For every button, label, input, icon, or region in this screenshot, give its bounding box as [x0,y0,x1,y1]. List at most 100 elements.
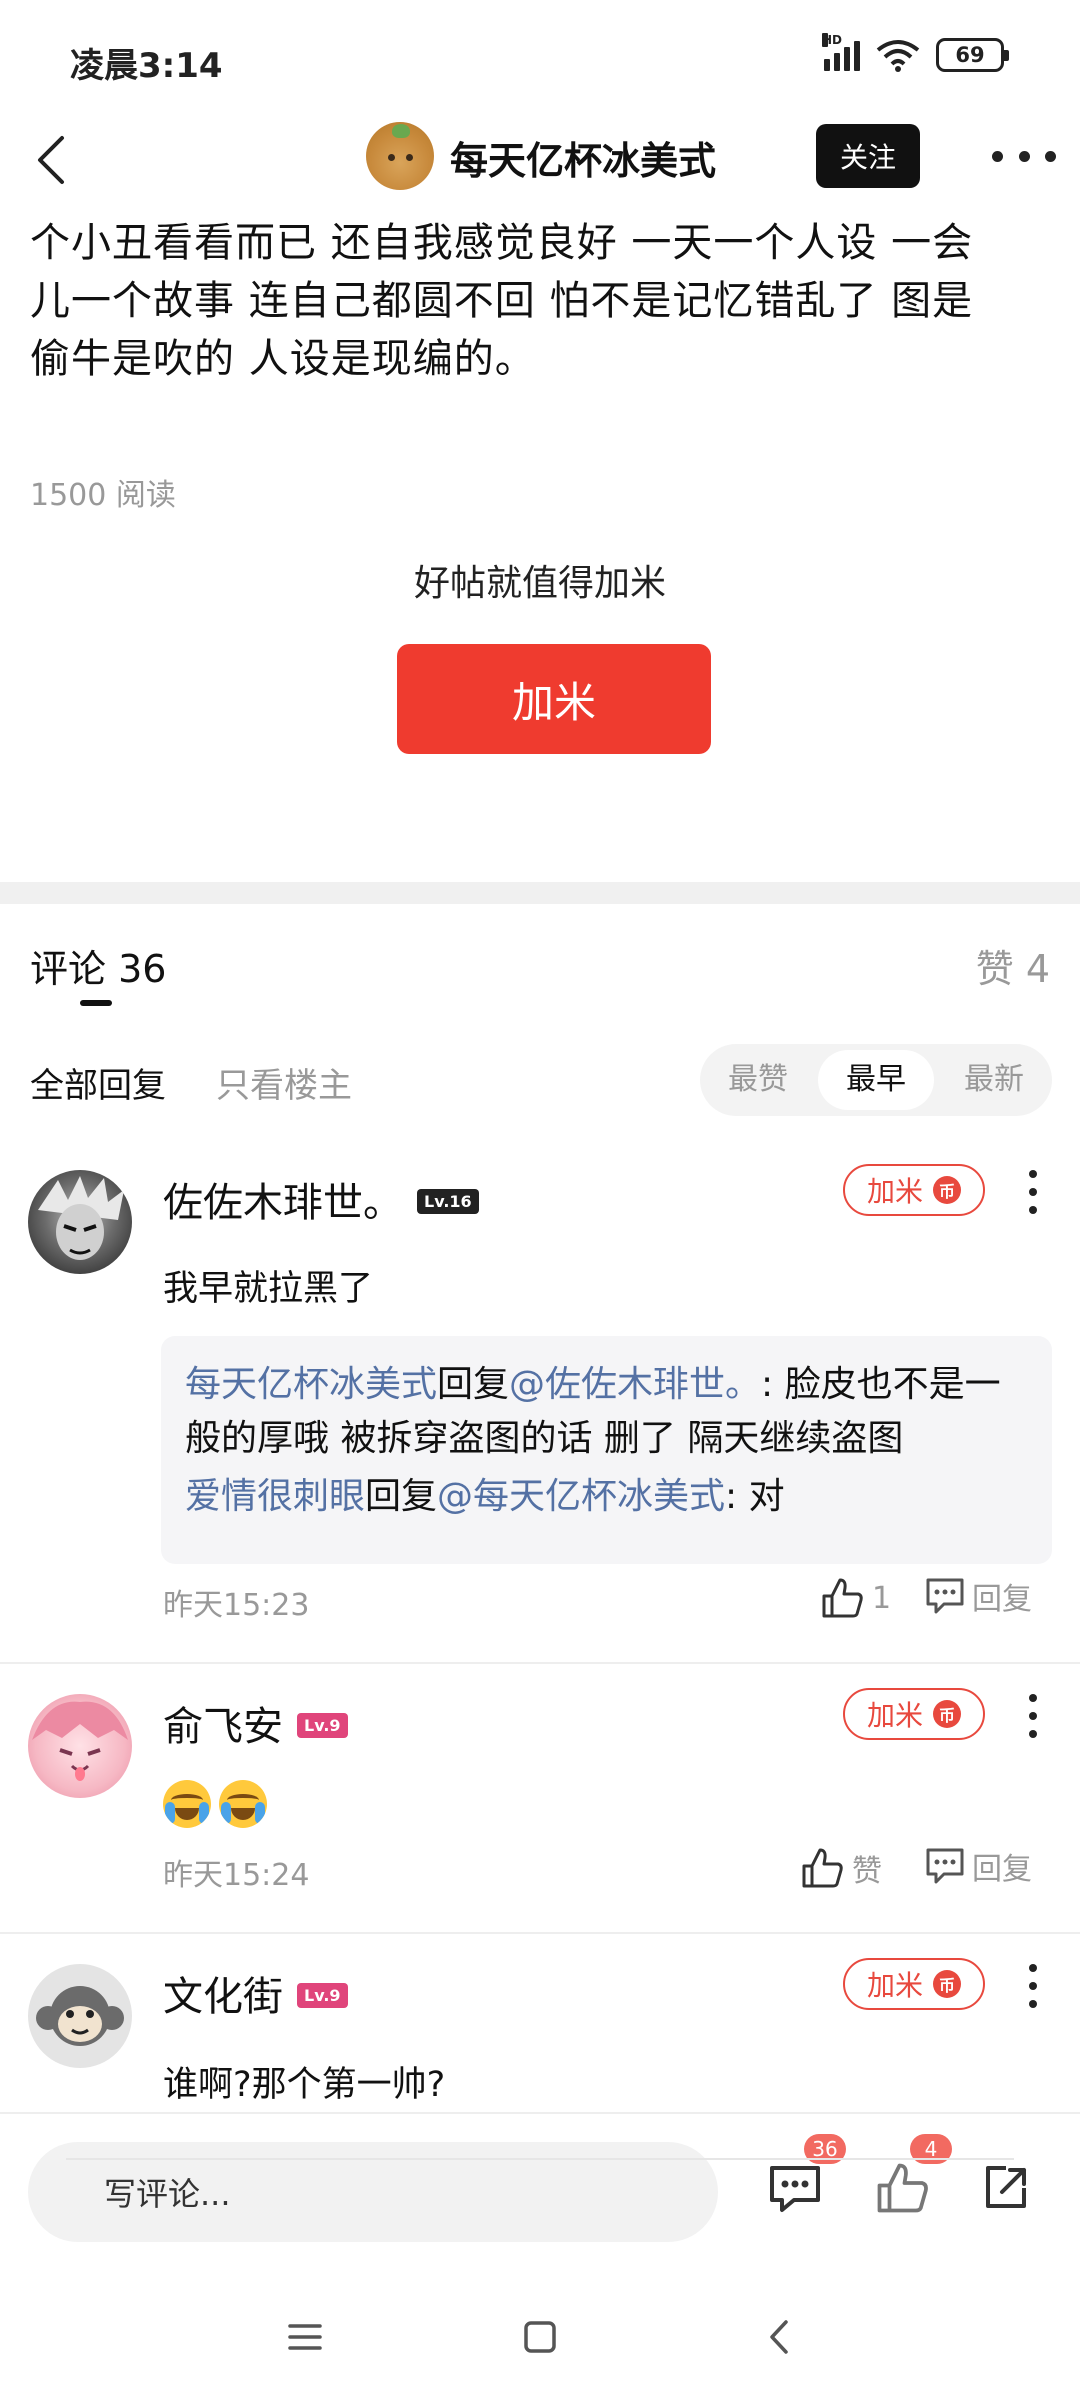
sort-earliest[interactable]: 最早 [818,1050,934,1110]
share-button[interactable] [976,2158,1036,2218]
level-badge: Lv.9 [297,1712,348,1738]
comment-time: 昨天15:23 [163,1588,310,1623]
post-text: 天天也是没些美吕真妙的东西 证想天趣啊 也会 当 个小丑看看而已 还自我感觉良好… [30,202,1050,388]
like-label: 赞 [852,1854,882,1889]
tab-comments[interactable]: 评论 36 [30,938,166,993]
filter-op-only[interactable]: 只看楼主 [216,1058,352,1107]
comment-jiami-button[interactable]: 加米 币 [843,1164,985,1216]
battery-icon: 69 [936,38,1009,72]
comment-item: 俞飞安 Lv.9 加米 币 昨天15:24 赞 回复 [0,1664,1080,1930]
bottom-bar-line [66,2158,1014,2160]
wifi-icon [876,40,920,72]
author-avatar[interactable] [366,122,434,190]
network-type-label: HD [822,33,843,47]
comment-text: 谁啊?那个第一帅? [163,2065,446,2105]
top-header: 每天亿杯冰美式 关注 [0,118,1080,202]
commenter-name-text: 俞飞安 [163,1704,283,1750]
comment-emojis [163,1780,275,1832]
sort-newest[interactable]: 最新 [936,1050,1052,1110]
comment-jiami-button[interactable]: 加米 币 [843,1688,985,1740]
share-icon [986,2166,1026,2208]
tab-active-indicator [80,1000,112,1006]
reply-verb: 回复 [437,1364,510,1405]
commenter-avatar[interactable] [28,1964,132,2068]
reply-label: 回复 [972,1582,1032,1617]
comment-more-icon[interactable] [1026,1694,1040,1738]
tab-likes[interactable]: 赞 4 [976,938,1050,993]
likes-label: 赞 [975,947,1014,991]
comments-count: 36 [118,947,167,991]
jiami-label: 加米 [866,1969,923,2002]
comment-input[interactable]: 写评论... [28,2142,718,2242]
jiami-tip: 好帖就值得加米 [413,563,666,604]
comment-item: 佐佐木琲世。 Lv.16 加米 币 我早就拉黑了 每天亿杯冰美式回复@佐佐木琲世。… [0,1150,1080,1660]
commenter-name[interactable]: 文化街 Lv.9 [163,1964,348,2022]
comment-jiami-button[interactable]: 加米 币 [843,1958,985,2010]
post-body: 天天也是没些美吕真妙的东西 证想天趣啊 也会 当 个小丑看看而已 还自我感觉良好… [0,202,1080,882]
reply-from[interactable]: 爱情很刺眼 [185,1476,365,1517]
back-icon[interactable] [22,128,82,192]
commenter-avatar[interactable] [28,1170,132,1274]
comment-reply-button[interactable]: 回复 [924,1844,1032,1888]
avatar-eye [406,154,413,161]
commenter-name-text: 文化街 [163,1974,283,2020]
thumbs-up-icon [802,1848,843,1888]
reply-from[interactable]: 每天亿杯冰美式 [185,1364,437,1405]
post-text-line: 偷牛是吹的 人设是现编的。 [30,336,536,382]
section-divider [0,882,1080,904]
level-badge: Lv.9 [297,1982,348,2008]
sort-most-liked[interactable]: 最赞 [700,1050,816,1110]
comment-item: 文化街 Lv.9 加米 币 谁啊?那个第一帅? [0,1934,1080,2112]
follow-button[interactable]: 关注 [816,124,920,188]
avatar-illustration [38,1176,124,1260]
status-time: 凌晨3:14 [70,46,223,86]
crying-laughing-emoji [163,1780,211,1828]
reply-icon [926,1848,964,1884]
comment-more-icon[interactable] [1026,1170,1040,1214]
avatar-leaf-shape [392,124,410,138]
comment-reply-button[interactable]: 回复 [924,1574,1032,1618]
avatar-eye [388,154,395,161]
post-text-line: 儿一个故事 连自己都圆不回 怕不是记忆错乱了 图是 [30,278,974,324]
reply-item: 每天亿杯冰美式回复@佐佐木琲世。: 脸皮也不是一般的厚哦 被拆穿盗图的话 删了 … [185,1358,1028,1466]
reply-label: 回复 [972,1852,1032,1887]
comment-like-button[interactable]: 赞 [798,1844,882,1892]
comment-bubble-icon [770,2166,820,2212]
commenter-name[interactable]: 俞飞安 Lv.9 [163,1694,348,1752]
like-count: 1 [872,1580,892,1616]
more-icon[interactable] [992,146,1056,166]
comment-more-icon[interactable] [1026,1964,1040,2008]
signal-icon: HD [822,33,860,71]
monkey-icon [36,1986,124,2046]
comments-button[interactable]: 36 [766,2134,846,2218]
reply-thread[interactable]: 每天亿杯冰美式回复@佐佐木琲世。: 脸皮也不是一般的厚哦 被拆穿盗图的话 删了 … [161,1336,1052,1564]
jiami-label: 加米 [866,1699,923,1732]
coin-icon: 币 [933,1970,961,1998]
likes-count: 4 [1025,947,1050,991]
reply-verb: 回复 [365,1476,438,1517]
bottom-action-bar: 写评论... 36 4 [0,2112,1080,2272]
reply-to[interactable]: @佐佐木琲世。 [509,1364,761,1405]
coin-icon: 币 [933,1176,961,1204]
reply-item: 爱情很刺眼回复@每天亿杯冰美式: 对 [185,1470,1028,1524]
menu-icon[interactable] [280,2312,330,2362]
author-name[interactable]: 每天亿杯冰美式 [450,130,716,185]
reply-to[interactable]: @每天亿杯冰美式 [437,1476,725,1517]
commenter-name[interactable]: 佐佐木琲世。 Lv.16 [163,1170,479,1228]
status-icons: HD 69 [822,33,1009,72]
status-bar: 凌晨3:14 HD 69 [0,0,1080,118]
read-count: 1500 阅读 [30,478,176,513]
jiami-button[interactable]: 加米 [397,644,711,754]
filter-all-replies[interactable]: 全部回复 [30,1058,166,1107]
like-button[interactable]: 4 [872,2134,952,2218]
post-text-line: 个小丑看看而已 还自我感觉良好 一天一个人设 一会 [30,220,974,266]
reply-text: : 对 [725,1476,785,1517]
comment-like-button[interactable]: 1 [818,1574,891,1622]
commenter-avatar[interactable] [28,1694,132,1798]
reply-icon [926,1578,964,1614]
home-icon[interactable] [515,2312,565,2362]
coin-icon: 币 [933,1700,961,1728]
sort-toggle: 最赞 最早 最新 [700,1044,1052,1116]
commenter-name-text: 佐佐木琲世。 [163,1180,403,1226]
system-back-icon[interactable] [756,2312,806,2362]
